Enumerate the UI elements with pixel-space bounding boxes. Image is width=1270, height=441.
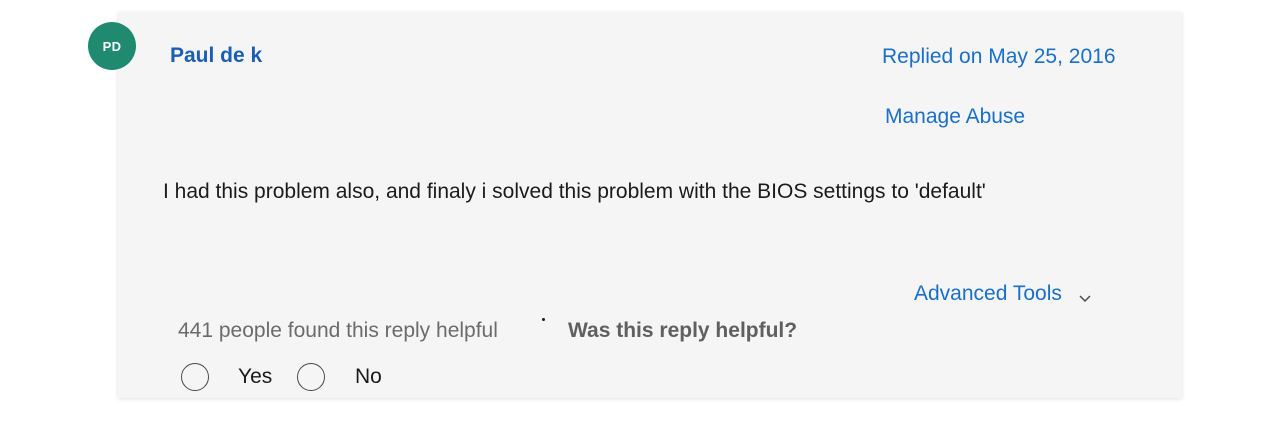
author-name-link[interactable]: Paul de k bbox=[170, 44, 262, 68]
advanced-tools-button[interactable]: Advanced Tools bbox=[914, 282, 1092, 306]
no-label[interactable]: No bbox=[355, 365, 382, 389]
yes-label[interactable]: Yes bbox=[238, 365, 272, 389]
advanced-tools-label: Advanced Tools bbox=[914, 282, 1062, 305]
chevron-down-icon bbox=[1078, 287, 1092, 303]
manage-abuse-link[interactable]: Manage Abuse bbox=[885, 105, 1025, 129]
helpful-count: 441 people found this reply helpful bbox=[178, 319, 498, 342]
replied-on-link[interactable]: Replied on May 25, 2016 bbox=[882, 45, 1116, 69]
reply-body: I had this problem also, and finaly i so… bbox=[163, 180, 986, 203]
helpful-question: Was this reply helpful? bbox=[568, 319, 798, 342]
reply-page: PD Paul de k Replied on May 25, 2016 Man… bbox=[0, 0, 1270, 441]
separator-dot bbox=[542, 318, 545, 321]
yes-radio[interactable] bbox=[181, 363, 209, 391]
avatar[interactable]: PD bbox=[88, 22, 136, 70]
no-radio[interactable] bbox=[297, 363, 325, 391]
